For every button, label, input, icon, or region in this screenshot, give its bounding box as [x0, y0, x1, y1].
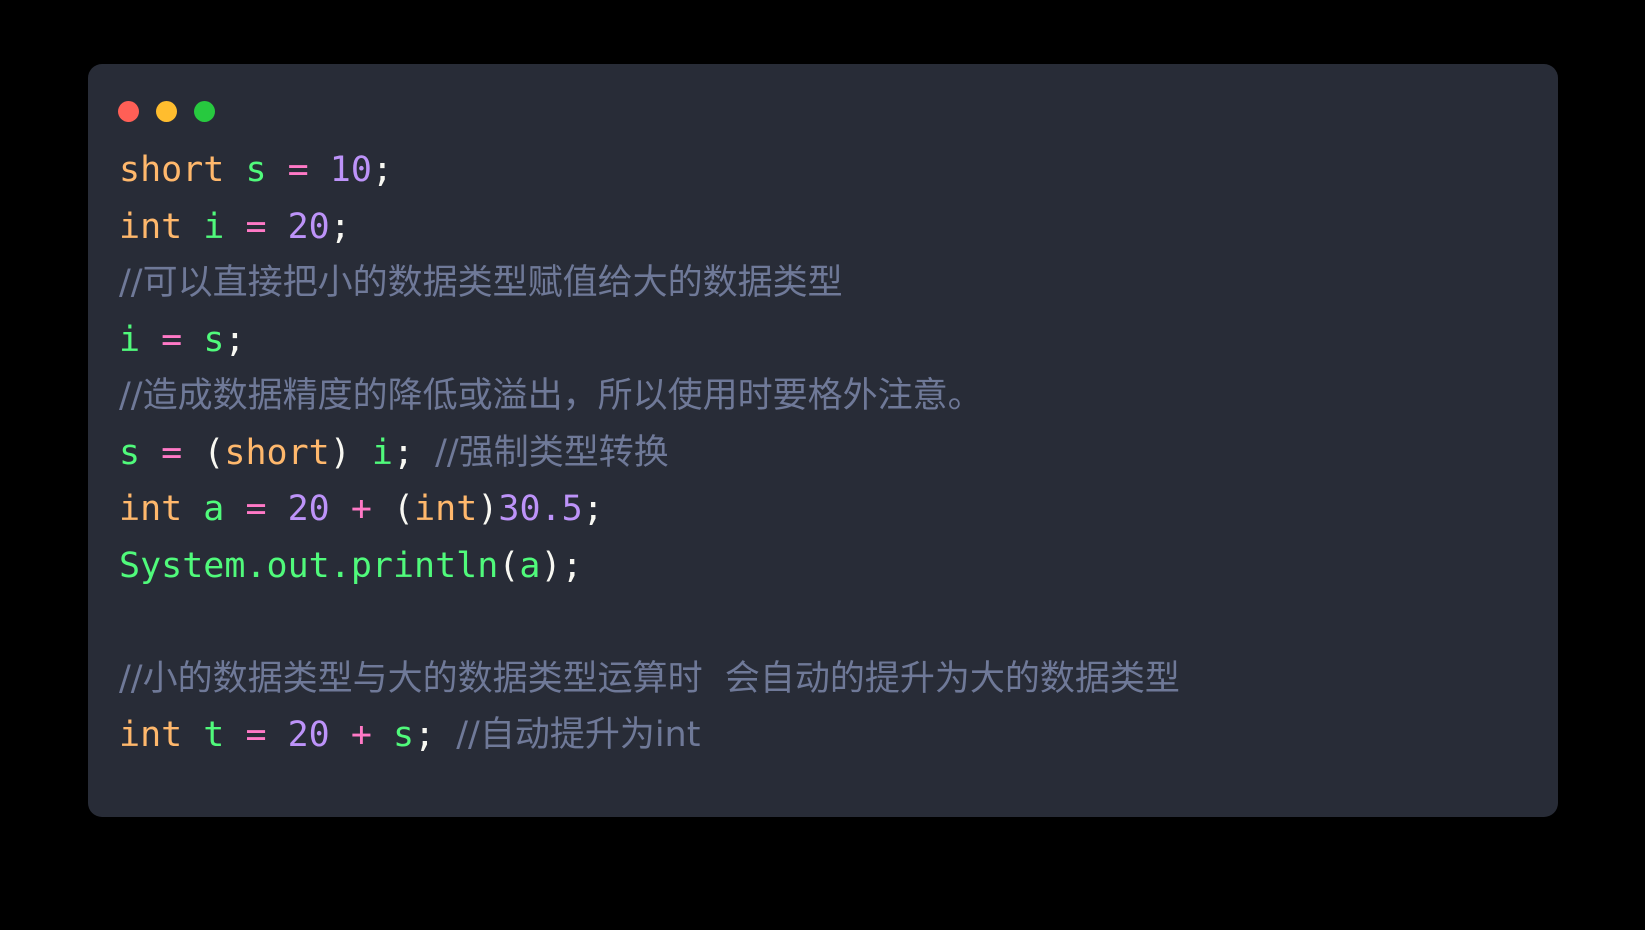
- identifier-token: out: [266, 545, 330, 586]
- operator-token: =: [245, 206, 267, 247]
- identifier-token: a: [203, 489, 225, 529]
- code-line: int t = 20 + s; //自动提升为int: [119, 707, 1558, 764]
- punctuation-token: ;: [561, 545, 583, 586]
- window-titlebar: [118, 101, 215, 122]
- code-line: s = (short) i; //强制类型转换: [119, 425, 1558, 482]
- identifier-token: s: [245, 150, 267, 190]
- identifier-token: t: [203, 715, 225, 755]
- keyword-token: int: [119, 715, 183, 755]
- operator-token: +: [350, 715, 372, 755]
- comment-token: //可以直接把小的数据类型赋值给大的数据类型: [119, 263, 843, 303]
- method-token: println: [350, 545, 499, 586]
- punctuation-token: (: [203, 432, 225, 473]
- number-token: 30.5: [498, 489, 583, 529]
- punctuation-token: (: [498, 545, 520, 586]
- punctuation-token: ): [540, 545, 562, 586]
- comment-token: //强制类型转换: [435, 432, 669, 473]
- comment-token: //自动提升为int: [456, 715, 701, 755]
- code-line: System.out.println(a);: [119, 538, 1558, 595]
- identifier-token: a: [519, 545, 541, 586]
- number-token: 20: [287, 206, 330, 247]
- punctuation-token: ;: [371, 150, 393, 190]
- punctuation-token: ;: [414, 715, 436, 755]
- operator-token: +: [350, 489, 372, 529]
- keyword-token: short: [224, 432, 330, 473]
- operator-token: =: [245, 489, 267, 529]
- identifier-token: System: [119, 545, 246, 586]
- code-line: //造成数据精度的降低或溢出，所以使用时要格外注意。: [119, 368, 1558, 425]
- code-snippet-window: short s = 10; int i = 20; //可以直接把小的数据类型赋…: [88, 64, 1558, 817]
- identifier-token: i: [203, 206, 225, 247]
- keyword-token: int: [414, 489, 478, 529]
- punctuation-token: ;: [582, 489, 604, 529]
- identifier-token: i: [119, 319, 141, 360]
- code-line: short s = 10;: [119, 142, 1558, 199]
- punctuation-token: (: [393, 489, 415, 529]
- punctuation-token: .: [329, 545, 351, 586]
- keyword-token: int: [119, 206, 183, 247]
- page-background: short s = 10; int i = 20; //可以直接把小的数据类型赋…: [0, 0, 1645, 930]
- punctuation-token: ): [477, 489, 499, 529]
- punctuation-token: ;: [392, 432, 415, 473]
- number-token: 20: [287, 715, 330, 755]
- number-token: 20: [287, 489, 330, 529]
- code-line: int a = 20 + (int)30.5;: [119, 481, 1558, 538]
- identifier-token: i: [371, 432, 393, 473]
- keyword-token: short: [119, 150, 225, 190]
- identifier-token: s: [393, 715, 415, 755]
- operator-token: =: [287, 150, 309, 190]
- comment-token: //小的数据类型与大的数据类型运算时 会自动的提升为大的数据类型: [119, 658, 1180, 699]
- operator-token: =: [245, 715, 267, 755]
- identifier-token: s: [203, 319, 225, 360]
- punctuation-token: ;: [329, 206, 351, 247]
- operator-token: =: [161, 432, 183, 473]
- punctuation-token: ): [329, 432, 351, 473]
- operator-token: =: [161, 319, 183, 360]
- number-token: 10: [329, 150, 372, 190]
- code-line: //小的数据类型与大的数据类型运算时 会自动的提升为大的数据类型: [119, 651, 1558, 708]
- minimize-window-dot[interactable]: [156, 101, 177, 122]
- comment-token: //造成数据精度的降低或溢出，所以使用时要格外注意。: [119, 376, 983, 416]
- identifier-token: s: [119, 432, 141, 473]
- code-line: int i = 20;: [119, 199, 1558, 256]
- punctuation-token: ;: [224, 319, 246, 360]
- code-block: short s = 10; int i = 20; //可以直接把小的数据类型赋…: [119, 142, 1558, 817]
- maximize-window-dot[interactable]: [194, 101, 215, 122]
- code-line: i = s;: [119, 312, 1558, 369]
- code-line: //可以直接把小的数据类型赋值给大的数据类型: [119, 255, 1558, 312]
- close-window-dot[interactable]: [118, 101, 139, 122]
- punctuation-token: .: [245, 545, 267, 586]
- keyword-token: int: [119, 489, 183, 529]
